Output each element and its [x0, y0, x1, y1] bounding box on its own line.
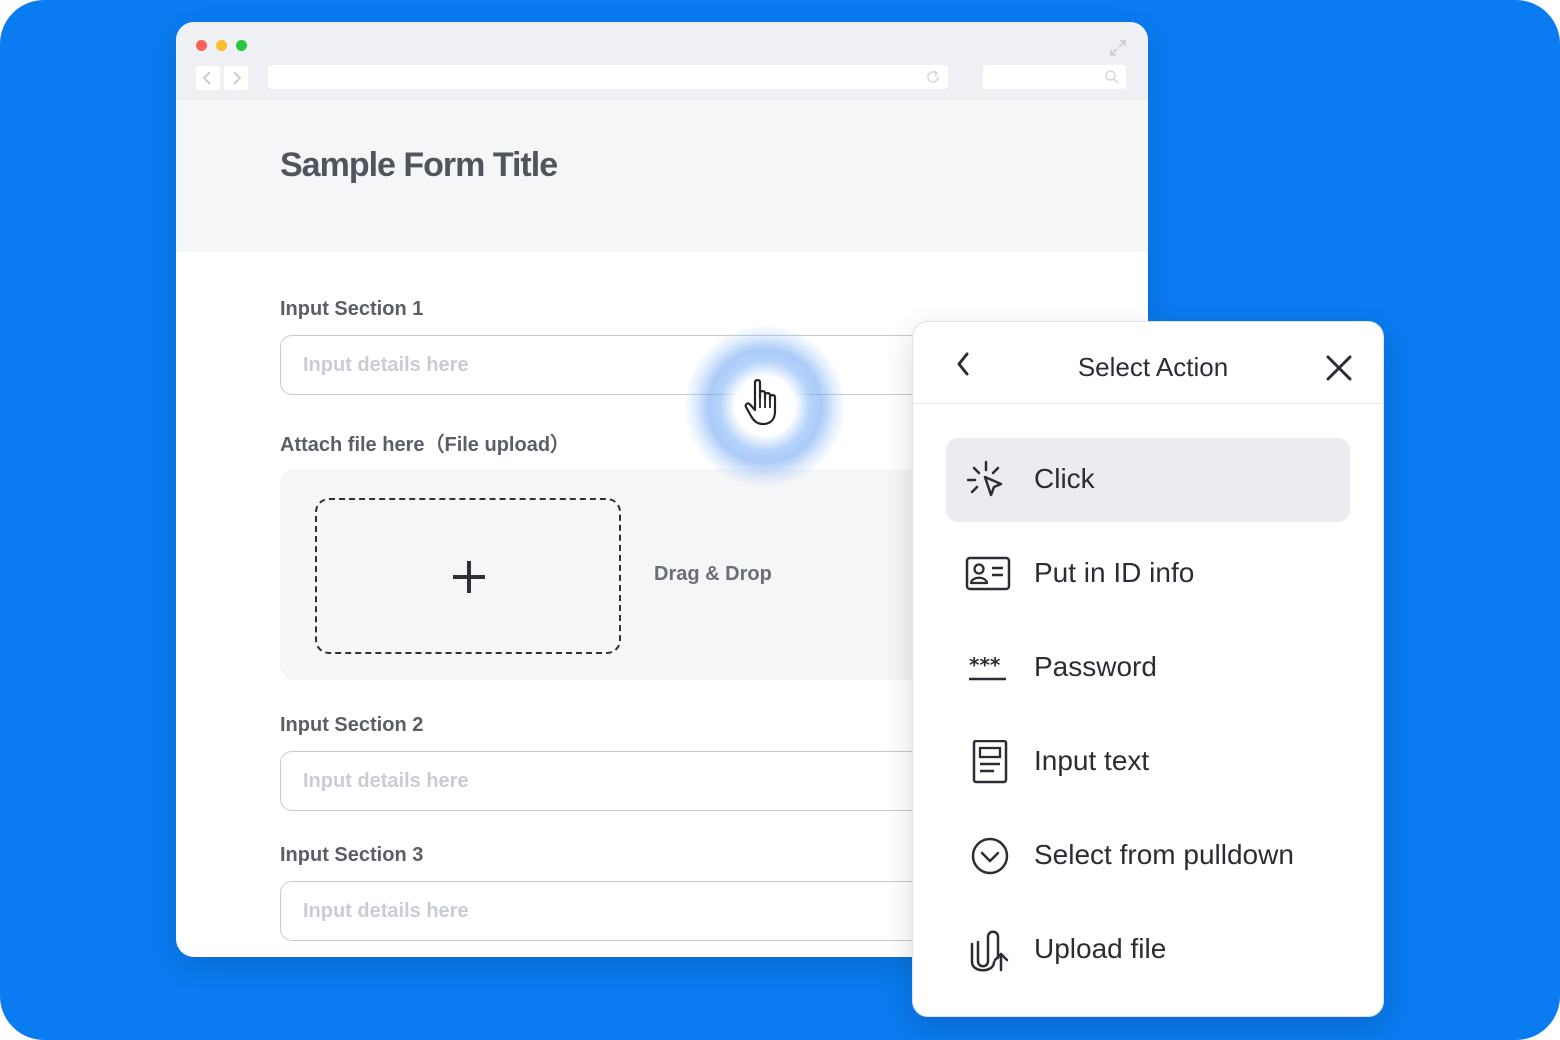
close-icon[interactable]	[1325, 354, 1353, 382]
action-click[interactable]: Click	[946, 438, 1350, 522]
background: Sample Form Title Input Section 1 Attach…	[0, 0, 1560, 1040]
panel-title: Select Action	[1077, 352, 1229, 382]
action-label: Password	[1034, 651, 1157, 682]
form-header: Sample Form Title	[176, 100, 1148, 252]
drag-drop-text: Drag & Drop	[654, 563, 772, 585]
select-action-panel: Select Action Click Put in ID info *** P…	[912, 321, 1384, 1017]
action-label: Select from pulldown	[1034, 839, 1294, 870]
chevron-right-icon	[233, 71, 242, 85]
upload-label: Attach file here（File upload）	[280, 434, 571, 456]
expand-icon[interactable]	[1108, 38, 1128, 58]
id-card-icon	[965, 556, 1011, 591]
back-button[interactable]	[196, 66, 220, 90]
address-bar[interactable]	[268, 65, 948, 89]
action-password[interactable]: *** Password	[946, 626, 1350, 710]
password-icon: ***	[969, 653, 1006, 681]
chevron-left-icon	[202, 71, 211, 85]
paperclip-upload-icon	[970, 930, 1009, 972]
section3-label: Input Section 3	[280, 844, 424, 866]
chevron-circle-icon	[971, 837, 1009, 875]
panel-header: Select Action	[913, 322, 1382, 404]
click-cursor-icon	[966, 460, 1003, 497]
reload-icon[interactable]	[924, 68, 942, 86]
forward-button[interactable]	[224, 66, 248, 90]
browser-search-box[interactable]	[983, 65, 1126, 89]
action-label: Upload file	[1034, 933, 1167, 964]
form-title: Sample Form Title	[280, 146, 558, 184]
browser-toolbar	[176, 22, 1148, 100]
action-input-text[interactable]: Input text	[946, 720, 1350, 804]
close-window-dot[interactable]	[196, 40, 207, 51]
action-upload-file[interactable]: Upload file	[946, 908, 1350, 992]
action-label: Input text	[1034, 745, 1150, 776]
search-icon	[1105, 70, 1119, 84]
maximize-window-dot[interactable]	[236, 40, 247, 51]
section1-label: Input Section 1	[280, 298, 424, 320]
hand-pointer-icon	[744, 379, 777, 426]
section2-label: Input Section 2	[280, 714, 424, 736]
action-label: Put in ID info	[1034, 557, 1195, 588]
action-id-info[interactable]: Put in ID info	[946, 532, 1350, 616]
svg-text:***: ***	[969, 653, 1001, 677]
document-icon	[972, 740, 1008, 784]
plus-icon	[453, 561, 485, 593]
minimize-window-dot[interactable]	[216, 40, 227, 51]
action-label: Click	[1034, 463, 1095, 494]
action-select-pulldown[interactable]: Select from pulldown	[946, 814, 1350, 898]
dropzone[interactable]	[315, 498, 621, 654]
